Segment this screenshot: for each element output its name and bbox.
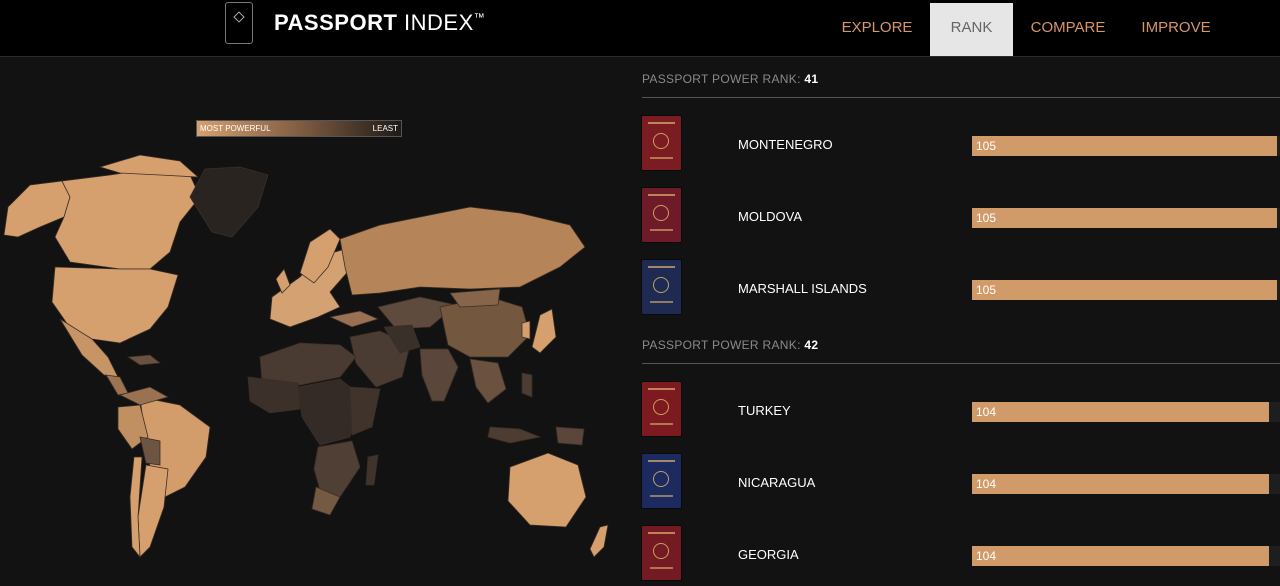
score-value: 105 xyxy=(976,211,997,225)
score-value: 105 xyxy=(976,283,997,297)
score-bar: 104 xyxy=(972,402,1280,422)
logo-trademark: ™ xyxy=(473,12,486,24)
map-southeast-asia xyxy=(469,358,507,404)
coat-of-arms-icon xyxy=(653,277,669,293)
score-bar: 105 xyxy=(972,208,1280,228)
map-central-america xyxy=(105,374,129,396)
map-southern-africa xyxy=(313,440,361,498)
map-east-africa xyxy=(349,386,381,436)
world-map[interactable] xyxy=(0,57,625,586)
site-logo[interactable]: PASSPORT INDEX™ xyxy=(274,10,485,36)
passport-cover-montenegro[interactable] xyxy=(642,116,681,170)
crescent-star-icon xyxy=(653,399,669,415)
score-value: 104 xyxy=(976,549,997,563)
passport-text-line xyxy=(650,157,673,159)
nav-rank[interactable]: RANK xyxy=(930,3,1013,56)
top-header: PASSPORT INDEX™ EXPLORE RANK COMPARE IMP… xyxy=(0,0,1280,57)
logo-bold-text: PASSPORT xyxy=(274,10,398,35)
rank-header-41: PASSPORT POWER RANK: 41 xyxy=(642,58,1280,98)
score-bar-fill xyxy=(972,402,1270,422)
score-bar: 105 xyxy=(972,280,1280,300)
score-value: 104 xyxy=(976,405,997,419)
map-indonesia xyxy=(487,426,542,444)
country-name[interactable]: MOLDOVA xyxy=(738,209,802,224)
country-row-moldova[interactable]: MOLDOVA 105 xyxy=(642,188,1280,244)
score-bar-fill xyxy=(972,208,1277,228)
passport-text-line xyxy=(648,122,675,124)
map-country-png xyxy=(555,426,585,446)
rank-number: 42 xyxy=(804,338,819,352)
country-name[interactable]: MARSHALL ISLANDS xyxy=(738,281,867,296)
nav-improve[interactable]: IMPROVE xyxy=(1132,3,1220,56)
logo-light-text: INDEX xyxy=(404,10,474,35)
map-country-australia xyxy=(507,452,587,528)
map-country-argentina xyxy=(137,464,169,558)
country-row-montenegro[interactable]: MONTENEGRO 105 xyxy=(642,116,1280,172)
passport-cover-moldova[interactable] xyxy=(642,188,681,242)
country-name[interactable]: TURKEY xyxy=(738,403,791,418)
country-row-nicaragua[interactable]: NICARAGUA 104 xyxy=(642,454,1280,510)
passport-text-line xyxy=(650,229,673,231)
score-bar: 105 xyxy=(972,136,1280,156)
score-bar: 104 xyxy=(972,474,1280,494)
map-country-greenland xyxy=(189,166,269,238)
passport-cover-nicaragua[interactable] xyxy=(642,454,681,508)
country-row-turkey[interactable]: TURKEY 104 xyxy=(642,382,1280,438)
coat-of-arms-icon xyxy=(653,205,669,221)
rank-label: PASSPORT POWER RANK: xyxy=(642,338,801,352)
map-country-canada xyxy=(54,168,201,270)
passport-text-line xyxy=(648,460,675,462)
score-bar-fill xyxy=(972,136,1277,156)
map-caribbean xyxy=(126,354,162,366)
score-value: 104 xyxy=(976,477,997,491)
passport-text-line xyxy=(648,194,675,196)
rank-header-42: PASSPORT POWER RANK: 42 xyxy=(642,324,1280,364)
passport-text-line xyxy=(650,301,673,303)
rank-label: PASSPORT POWER RANK: xyxy=(642,72,801,86)
passport-cover-marshall-islands[interactable] xyxy=(642,260,681,314)
passport-text-line xyxy=(650,423,673,425)
score-bar-fill xyxy=(972,280,1277,300)
passport-logo-icon[interactable] xyxy=(225,2,253,44)
coat-of-arms-icon xyxy=(653,471,669,487)
passport-text-line xyxy=(648,388,675,390)
coat-of-arms-icon xyxy=(653,133,669,149)
world-map-panel: MOST POWERFUL LEAST xyxy=(0,57,625,586)
map-country-russia xyxy=(339,206,586,296)
passport-cover-turkey[interactable] xyxy=(642,382,681,436)
score-value: 105 xyxy=(976,139,997,153)
map-country-india xyxy=(419,348,459,402)
map-country-japan xyxy=(531,308,557,354)
country-name[interactable]: MONTENEGRO xyxy=(738,137,833,152)
rank-number: 41 xyxy=(804,72,819,86)
map-country-turkey xyxy=(328,310,380,328)
map-country-new-zealand xyxy=(589,524,609,558)
map-canada-islands xyxy=(98,154,200,178)
map-country-korea xyxy=(521,320,531,340)
nav-compare[interactable]: COMPARE xyxy=(1024,3,1112,56)
coat-of-arms-icon xyxy=(653,543,669,559)
map-country-bolivia xyxy=(139,436,161,466)
passport-text-line xyxy=(650,495,673,497)
passport-text-line xyxy=(650,567,673,569)
passport-text-line xyxy=(648,532,675,534)
nav-explore[interactable]: EXPLORE xyxy=(833,3,921,56)
map-north-africa xyxy=(259,342,357,386)
country-name[interactable]: NICARAGUA xyxy=(738,475,815,490)
passport-text-line xyxy=(648,266,675,268)
country-name[interactable]: GEORGIA xyxy=(738,547,799,562)
score-bar-fill xyxy=(972,474,1270,494)
country-row-marshall-islands[interactable]: MARSHALL ISLANDS 105 xyxy=(642,260,1280,316)
map-country-madagascar xyxy=(365,454,379,486)
score-bar-fill xyxy=(972,546,1270,566)
country-row-georgia[interactable]: GEORGIA 104 xyxy=(642,526,1280,582)
map-west-africa xyxy=(247,376,301,414)
passport-cover-georgia[interactable] xyxy=(642,526,681,580)
map-philippines xyxy=(521,372,533,398)
score-bar: 104 xyxy=(972,546,1280,566)
